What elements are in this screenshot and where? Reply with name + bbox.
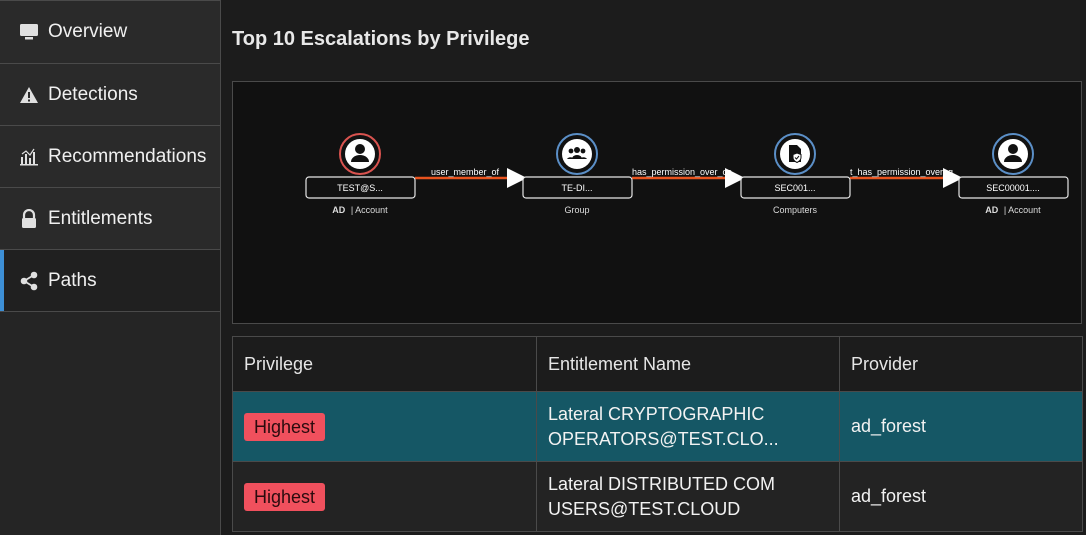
node-type-rest: | Account (351, 205, 388, 215)
privilege-badge: Highest (244, 482, 326, 511)
entitlement-name-line: Lateral CRYPTOGRAPHIC (548, 403, 765, 424)
monitor-icon (18, 21, 40, 43)
column-header-entitlement-name[interactable]: Entitlement Name (536, 336, 840, 392)
provider-cell: ad_forest (839, 461, 1083, 532)
column-header-provider[interactable]: Provider (839, 336, 1083, 392)
sidebar-item-label: Recommendations (48, 145, 207, 167)
graph-node[interactable]: SEC00001.... AD | Account (958, 133, 1069, 215)
node-badge (562, 139, 592, 169)
privilege-cell: Highest (232, 391, 537, 462)
sidebar-item-label: Paths (48, 269, 97, 291)
graph-edge[interactable]: t_has_permission_over_g (850, 167, 963, 188)
node-label: TEST@S... (337, 183, 383, 193)
sidebar-item-label: Entitlements (48, 207, 153, 229)
sidebar-item-label: Overview (48, 21, 128, 42)
node-label: TE-DI... (562, 183, 593, 193)
lock-icon (18, 208, 40, 230)
node-type-bold: AD (332, 205, 345, 215)
edge-label: t_has_permission_over_g (850, 167, 953, 177)
edge-label: user_member_of (431, 167, 500, 177)
provider-cell: ad_forest (839, 391, 1083, 462)
node-type: Computers (773, 205, 818, 215)
graph-node[interactable]: TEST@S... AD | Account (305, 133, 416, 215)
sidebar-item-detections[interactable]: Detections (0, 64, 220, 126)
node-type-bold: AD (985, 205, 998, 215)
graph-edge[interactable]: has_permission_over_co (632, 167, 745, 188)
warning-icon (18, 84, 40, 106)
entitlement-name-line: Lateral DISTRIBUTED COM (548, 473, 776, 494)
column-header-privilege[interactable]: Privilege (232, 336, 537, 392)
node-label: SEC001... (774, 183, 815, 193)
sidebar-item-label: Detections (48, 83, 138, 105)
table-row[interactable]: Highest Lateral DISTRIBUTED COM USERS@TE… (232, 461, 1083, 532)
bar-chart-icon (18, 146, 40, 168)
page-title: Top 10 Escalations by Privilege (232, 28, 530, 50)
entitlement-name-cell: Lateral DISTRIBUTED COM USERS@TEST.CLOUD (536, 461, 840, 532)
edge-label: has_permission_over_co (632, 167, 732, 177)
sidebar-item-paths[interactable]: Paths (0, 250, 220, 312)
computer-shield-icon (789, 145, 802, 164)
privilege-badge: Highest (244, 412, 326, 441)
graph-node[interactable]: SEC001... Computers (740, 133, 851, 215)
node-type: Group (564, 205, 589, 215)
share-nodes-icon (18, 270, 40, 292)
table-row[interactable]: Highest Lateral CRYPTOGRAPHIC OPERATORS@… (232, 391, 1083, 462)
graph-edge[interactable]: user_member_of (415, 167, 527, 188)
main-panel: Top 10 Escalations by Privilege user_mem… (221, 0, 1086, 535)
node-type-rest: | Account (1004, 205, 1041, 215)
table-header-row: Privilege Entitlement Name Provider (232, 336, 1083, 392)
entitlement-name-line: USERS@TEST.CLOUD (548, 498, 741, 519)
node-label: SEC00001.... (986, 183, 1040, 193)
sidebar-item-recommendations[interactable]: Recommendations (0, 126, 220, 188)
path-graph[interactable]: user_member_of has_permission_over_co t_… (232, 81, 1082, 324)
entitlement-name-line: OPERATORS@TEST.CLO... (548, 428, 779, 449)
node-type: AD | Account (985, 205, 1041, 215)
sidebar-item-entitlements[interactable]: Entitlements (0, 188, 220, 250)
privilege-cell: Highest (232, 461, 537, 532)
entitlement-name-cell: Lateral CRYPTOGRAPHIC OPERATORS@TEST.CLO… (536, 391, 840, 462)
node-type: AD | Account (332, 205, 388, 215)
sidebar: Overview Detections Recommendations Enti… (0, 0, 221, 535)
escalations-table: Privilege Entitlement Name Provider High… (232, 336, 1083, 532)
graph-node[interactable]: TE-DI... Group (522, 133, 633, 215)
sidebar-item-overview[interactable]: Overview (0, 0, 220, 64)
